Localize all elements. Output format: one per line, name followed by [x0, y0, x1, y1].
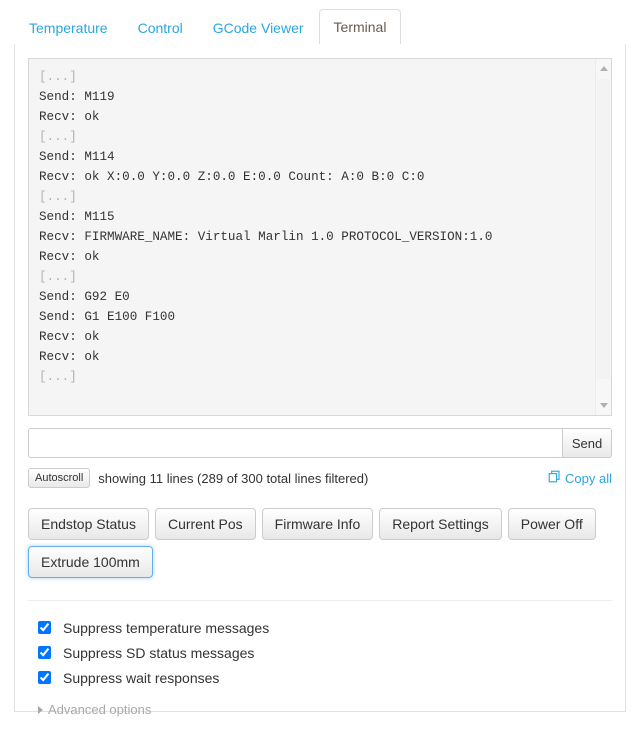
terminal-output-box: [...] Send: M119 Recv: ok [...] Send: M114 Re…: [28, 58, 612, 416]
terminal-panel: [...] Send: M119 Recv: ok [...] Send: M114 Re…: [14, 44, 626, 717]
command-input-row: Send: [28, 428, 612, 458]
command-button-report-settings[interactable]: Report Settings: [379, 508, 502, 540]
copy-all-link[interactable]: Copy all: [548, 470, 612, 486]
scroll-down-arrow-icon[interactable]: [596, 398, 611, 413]
terminal-log[interactable]: [...] Send: M119 Recv: ok [...] Send: M114 Re…: [29, 59, 595, 415]
terminal-scrollbar[interactable]: [595, 59, 611, 415]
filter-label[interactable]: Suppress SD status messages: [63, 645, 254, 661]
terminal-line: [...]: [39, 70, 77, 84]
status-text: showing 11 lines (289 of 300 total lines…: [98, 470, 369, 486]
advanced-options-toggle[interactable]: Advanced options: [38, 702, 151, 717]
terminal-line: [...]: [39, 190, 77, 204]
terminal-line: Send: M119: [39, 90, 115, 104]
copy-all-label: Copy all: [565, 470, 612, 486]
status-row: Autoscroll showing 11 lines (289 of 300 …: [28, 468, 612, 488]
section-divider: [28, 600, 612, 601]
terminal-line: Send: G1 E100 F100: [39, 310, 176, 324]
terminal-line: Send: G92 E0: [39, 290, 130, 304]
terminal-line: Recv: ok: [39, 250, 100, 264]
send-button[interactable]: Send: [562, 428, 612, 458]
scroll-up-arrow-icon[interactable]: [596, 61, 611, 76]
terminal-line: Recv: ok: [39, 330, 100, 344]
tab-temperature[interactable]: Temperature: [14, 10, 123, 45]
tab-terminal[interactable]: Terminal: [318, 9, 402, 45]
autoscroll-button[interactable]: Autoscroll: [28, 468, 91, 488]
command-button-endstop-status[interactable]: Endstop Status: [28, 508, 149, 540]
terminal-line: [...]: [39, 270, 77, 284]
copy-icon: [548, 470, 561, 486]
filter-label[interactable]: Suppress wait responses: [63, 670, 219, 686]
filter-checkbox[interactable]: [38, 671, 51, 684]
chevron-right-icon: [38, 705, 43, 714]
command-input[interactable]: [28, 428, 562, 458]
terminal-line: Recv: ok: [39, 110, 100, 124]
command-button-firmware-info[interactable]: Firmware Info: [261, 508, 374, 540]
filter-checkbox[interactable]: [38, 646, 51, 659]
command-button-extrude-100mm[interactable]: Extrude 100mm: [28, 546, 153, 578]
terminal-line: [...]: [39, 370, 77, 384]
scrollbar-thumb[interactable]: [597, 79, 610, 379]
filter-row: Suppress wait responses: [28, 665, 612, 690]
command-buttons: Endstop Status Current Pos Firmware Info Re…: [28, 508, 598, 578]
terminal-line: Recv: ok: [39, 350, 100, 364]
command-button-current-pos[interactable]: Current Pos: [154, 508, 256, 540]
filter-row: Suppress temperature messages: [28, 615, 612, 640]
terminal-line: Send: M115: [39, 210, 115, 224]
filter-checkbox[interactable]: [38, 621, 51, 634]
filter-label[interactable]: Suppress temperature messages: [63, 620, 269, 636]
terminal-line: [...]: [39, 130, 77, 144]
filter-list: Suppress temperature messages Suppress SD…: [28, 615, 612, 690]
terminal-line: Recv: FIRMWARE_NAME: Virtual Marlin 1.0 …: [39, 230, 493, 244]
advanced-options-label: Advanced options: [48, 702, 152, 717]
tab-gcode-viewer[interactable]: GCode Viewer: [198, 10, 319, 45]
tab-control[interactable]: Control: [123, 10, 198, 45]
terminal-line: Recv: ok X:0.0 Y:0.0 Z:0.0 E:0.0 Count: …: [39, 170, 425, 184]
tab-bar: Temperature Control GCode Viewer Terminal: [14, 9, 626, 45]
filter-row: Suppress SD status messages: [28, 640, 612, 665]
command-button-power-off[interactable]: Power Off: [507, 508, 596, 540]
terminal-line: Send: M114: [39, 150, 115, 164]
